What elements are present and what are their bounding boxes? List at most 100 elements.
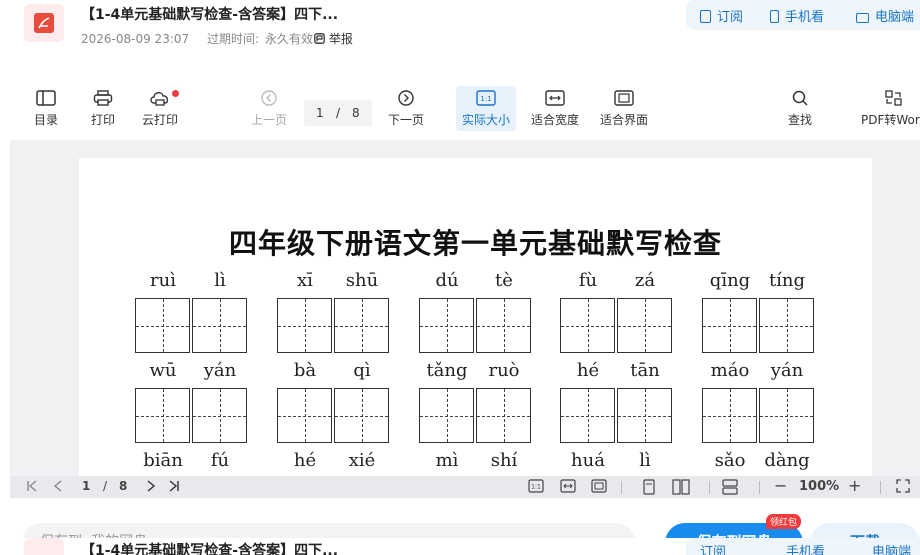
pinyin-syllable: fú	[210, 450, 230, 471]
divider	[759, 481, 760, 494]
fullscreen-icon	[896, 479, 910, 493]
tianzige-cell	[759, 388, 814, 443]
first-page-button[interactable]	[26, 479, 38, 496]
pinyin-syllable: tǎng	[426, 360, 468, 381]
fit-page-icon	[614, 90, 634, 106]
continuous-view[interactable]	[722, 479, 738, 498]
pdf-file-icon	[24, 4, 64, 42]
tianzige-cell	[277, 298, 332, 353]
single-page-view[interactable]	[642, 479, 656, 498]
writing-grid	[702, 298, 815, 354]
writing-grid	[419, 298, 532, 354]
viewer-toolbar: 目录 打印 云打印 上一页 1 / 8 下一页 1:1 实际大小 适合宽度 适合…	[0, 80, 920, 138]
pinyin-syllable: mì	[435, 450, 459, 471]
tianzige-cell	[759, 298, 814, 353]
search-button[interactable]: 查找	[788, 90, 812, 128]
writing-grid	[419, 388, 532, 444]
pdf-page: 四年级下册语文第一单元基础默写检查 ruì lì xī shū dú tè fù zá qīng…	[79, 158, 872, 476]
tianzige-cell	[334, 388, 389, 443]
divider	[880, 481, 881, 494]
tianzige-cell	[419, 388, 474, 443]
search-icon	[792, 90, 808, 106]
chevron-left-icon	[261, 90, 277, 106]
chevron-right-icon	[398, 90, 414, 106]
divider	[709, 481, 710, 494]
actual-size-button[interactable]: 1:1 实际大小	[456, 86, 517, 131]
svg-text:1:1: 1:1	[480, 95, 491, 103]
tianzige-cell	[192, 388, 247, 443]
two-page-view[interactable]	[672, 479, 690, 498]
pinyin-syllable: sǎo	[714, 450, 746, 471]
red-packet-badge[interactable]: 领红包	[766, 514, 802, 529]
sticky-title: 【1-4单元基础默写检查-含答案】四下...	[81, 543, 339, 555]
next-page-button[interactable]: 下一页	[388, 90, 424, 128]
pinyin-syllable: zá	[634, 270, 656, 291]
pinyin-syllable: shū	[345, 270, 379, 291]
last-page-button[interactable]	[168, 479, 180, 496]
printer-icon	[93, 90, 113, 106]
worksheet-title: 四年级下册语文第一单元基础默写检查	[228, 227, 722, 260]
pdf-to-word-button[interactable]: PDF转Word	[861, 90, 920, 128]
tianzige-cell	[192, 298, 247, 353]
fit-width-icon	[560, 479, 576, 493]
page-input[interactable]: 1 / 8	[304, 100, 372, 126]
writing-grid	[135, 298, 248, 354]
sticky-actions: 订阅 手机看 电脑端	[686, 538, 920, 555]
writing-grid	[135, 388, 248, 444]
pinyin-syllable: bà	[293, 360, 317, 381]
fullscreen-button[interactable]	[896, 479, 910, 496]
statusbar-fit-page[interactable]	[591, 479, 607, 496]
tianzige-cell	[617, 298, 672, 353]
mobile-view-button[interactable]: 手机看	[770, 6, 824, 25]
pinyin-syllable: máo	[710, 360, 750, 381]
pinyin-syllable: xī	[297, 270, 313, 291]
pinyin-row: ruì lì	[135, 270, 248, 294]
statusbar-fit-width[interactable]	[560, 479, 576, 496]
pinyin-row: huá lì	[560, 450, 673, 474]
cloud-print-icon	[150, 92, 169, 106]
sticky-desktop[interactable]: 电脑端	[872, 541, 911, 555]
chevron-left-icon	[53, 480, 62, 492]
scroll-view-icon	[722, 479, 738, 495]
writing-grid	[277, 298, 390, 354]
pinyin-syllable: tè	[495, 270, 513, 291]
fit-width-button[interactable]: 适合宽度	[531, 90, 579, 128]
prev-page-button[interactable]: 上一页	[251, 90, 287, 128]
document-viewer[interactable]: 四年级下册语文第一单元基础默写检查 ruì lì xī shū dú tè fù zá qīng…	[10, 140, 920, 476]
pinyin-syllable: yán	[203, 360, 237, 381]
writing-grid	[560, 388, 673, 444]
pinyin-row: wū yán	[135, 360, 248, 384]
pinyin-row: hé tān	[560, 360, 673, 384]
pinyin-row: sǎo dàng	[702, 450, 815, 474]
subscribe-button[interactable]: 订阅	[700, 6, 743, 25]
sticky-subscribe[interactable]: 订阅	[700, 541, 726, 555]
fit-page-button[interactable]: 适合界面	[600, 90, 648, 128]
print-button[interactable]: 打印	[91, 90, 115, 128]
pinyin-syllable: tān	[630, 360, 660, 381]
pinyin-syllable: lì	[639, 450, 651, 471]
statusbar-actual-size[interactable]: 1:1	[528, 479, 544, 496]
first-page-icon	[27, 480, 37, 492]
top-actions: 订阅 手机看 电脑端	[686, 0, 920, 30]
writing-grid	[560, 298, 673, 354]
sticky-mobile[interactable]: 手机看	[786, 541, 825, 555]
pinyin-syllable: dú	[435, 270, 459, 291]
pinyin-syllable: qīng	[709, 270, 751, 291]
sticky-header: 【1-4单元基础默写检查-含答案】四下... 订阅 手机看 电脑端	[0, 538, 920, 555]
pinyin-syllable: ruò	[488, 360, 520, 381]
pinyin-row: fù zá	[560, 270, 673, 294]
zoom-in-button[interactable]: +	[848, 476, 861, 495]
prev-page-small[interactable]	[53, 479, 63, 496]
chevron-right-icon	[147, 480, 156, 492]
phone-icon	[770, 10, 779, 23]
tianzige-cell	[702, 388, 757, 443]
fit-width-icon	[545, 90, 565, 106]
next-page-small[interactable]	[146, 479, 156, 496]
pinyin-syllable: fù	[578, 270, 598, 291]
zoom-out-button[interactable]: −	[774, 476, 787, 495]
desktop-button[interactable]: 电脑端	[856, 6, 914, 25]
pinyin-syllable: qì	[353, 360, 371, 381]
pinyin-syllable: huá	[571, 450, 605, 471]
toc-button[interactable]: 目录	[34, 90, 58, 128]
report-link[interactable]: 举报	[306, 30, 353, 47]
